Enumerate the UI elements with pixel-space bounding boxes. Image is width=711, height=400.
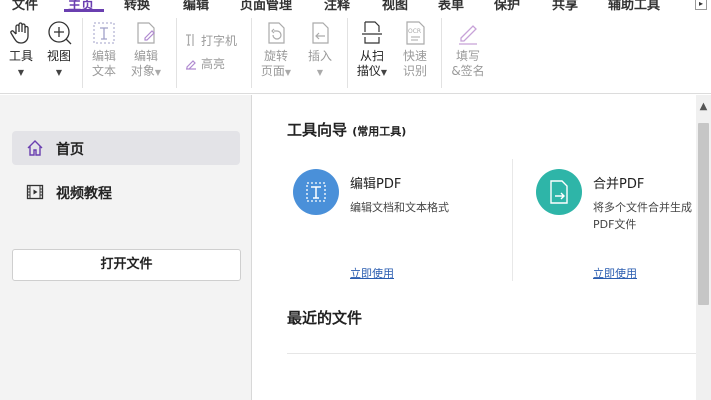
hand-icon bbox=[10, 22, 29, 44]
merge-pdf-icon bbox=[536, 169, 582, 215]
tab-share[interactable]: 共享 bbox=[552, 0, 578, 12]
typewriter-icon bbox=[186, 34, 194, 46]
tab-convert[interactable]: 转换 bbox=[124, 0, 150, 12]
scanner-icon bbox=[362, 21, 382, 44]
from-scanner-button[interactable]: 从扫 描仪▼ bbox=[352, 20, 392, 80]
sidebar-item-home[interactable]: 首页 bbox=[12, 131, 240, 165]
from-scanner-label: 从扫 描仪▼ bbox=[356, 49, 388, 78]
edit-text-button[interactable]: 编辑 文本 bbox=[86, 20, 122, 79]
scroll-up-icon[interactable]: ▲ bbox=[696, 101, 711, 115]
insert-label: 插入 bbox=[307, 49, 332, 63]
open-file-button[interactable]: 打开文件 bbox=[12, 249, 241, 281]
highlight-label: 高亮 bbox=[201, 57, 226, 71]
ribbon-toolbar: 工具 ▼ 视图 ▼ 编辑 文本 编辑 对象▼ 打字机 高亮 旋转 页面▼ 插入 … bbox=[0, 12, 711, 94]
tab-form[interactable]: 表单 bbox=[438, 0, 464, 12]
tools-guide-heading: 工具向导 bbox=[287, 121, 348, 139]
more-tabs-button[interactable]: ▸ bbox=[695, 0, 707, 10]
ribbon-divider bbox=[347, 18, 348, 88]
sidebar-item-video-tutorial[interactable]: 视频教程 bbox=[12, 175, 240, 209]
ribbon-divider bbox=[251, 18, 252, 88]
typewriter-button[interactable]: 打字机 bbox=[184, 32, 237, 49]
rotate-page-icon bbox=[268, 22, 285, 44]
recent-files-divider bbox=[287, 353, 696, 354]
tab-assist[interactable]: 辅助工具 bbox=[608, 0, 660, 12]
rotate-page-button[interactable]: 旋转 页面▼ bbox=[257, 20, 295, 80]
menu-bar: 文件 主页 转换 编辑 页面管理 注释 视图 表单 保护 共享 辅助工具 ▸ bbox=[0, 0, 711, 12]
rotate-page-label: 旋转 页面▼ bbox=[260, 49, 292, 78]
ocr-icon: OCR bbox=[406, 21, 425, 45]
svg-text:OCR: OCR bbox=[408, 28, 421, 35]
insert-page-icon bbox=[312, 22, 329, 44]
ribbon-divider bbox=[176, 18, 177, 88]
recent-files-title: 最近的文件 bbox=[287, 309, 363, 327]
typewriter-label: 打字机 bbox=[201, 34, 238, 48]
sidebar: 首页 视频教程 打开文件 bbox=[0, 95, 252, 400]
tool-divider bbox=[512, 159, 513, 281]
fill-sign-label: 填写 &签名 bbox=[451, 49, 485, 78]
tool-button[interactable]: 工具 ▼ bbox=[4, 20, 38, 80]
use-now-link[interactable]: 立即使用 bbox=[350, 265, 394, 281]
sidebar-item-label: 首页 bbox=[56, 142, 84, 158]
tools-guide-subtitle: (常用工具) bbox=[352, 125, 407, 138]
tool-label: 工具 bbox=[8, 49, 33, 63]
tab-protect[interactable]: 保护 bbox=[494, 0, 520, 12]
edit-object-button[interactable]: 编辑 对象▼ bbox=[126, 20, 166, 80]
main-content: 工具向导 (常用工具) 编辑PDF 编辑文档和文本格式 立即使用 合并PDF 将… bbox=[253, 95, 696, 400]
quick-ocr-label: 快速 识别 bbox=[402, 49, 427, 78]
tab-view[interactable]: 视图 bbox=[382, 0, 408, 12]
tools-guide-title: 工具向导 (常用工具) bbox=[287, 119, 406, 140]
tab-file[interactable]: 文件 bbox=[12, 0, 38, 12]
edit-object-icon bbox=[137, 22, 155, 44]
edit-text-icon bbox=[93, 22, 115, 44]
edit-text-label: 编辑 文本 bbox=[91, 49, 116, 78]
tool-name: 合并PDF bbox=[593, 177, 645, 192]
quick-ocr-button[interactable]: OCR 快速 识别 bbox=[396, 20, 434, 79]
tool-description: 将多个文件合并生成 PDF文件 bbox=[593, 201, 692, 231]
edit-object-label: 编辑 对象▼ bbox=[130, 49, 162, 78]
pen-sign-icon bbox=[459, 25, 477, 45]
view-button[interactable]: 视图 ▼ bbox=[42, 20, 76, 80]
tab-edit[interactable]: 编辑 bbox=[183, 0, 209, 12]
zoom-in-icon bbox=[48, 21, 72, 45]
fill-sign-button[interactable]: 填写 &签名 bbox=[446, 20, 490, 79]
vertical-scrollbar[interactable]: ▲ bbox=[696, 95, 711, 400]
ribbon-divider bbox=[441, 18, 442, 88]
chevron-down-icon: ▼ bbox=[316, 68, 324, 77]
highlighter-icon bbox=[186, 60, 196, 70]
tool-description: 编辑文档和文本格式 bbox=[350, 201, 449, 214]
tool-name: 编辑PDF bbox=[350, 177, 402, 192]
highlight-button[interactable]: 高亮 bbox=[184, 55, 225, 72]
video-icon bbox=[26, 184, 44, 200]
view-label: 视图 bbox=[46, 49, 71, 63]
home-icon bbox=[27, 140, 43, 156]
use-now-link[interactable]: 立即使用 bbox=[593, 265, 637, 281]
insert-button[interactable]: 插入 ▼ bbox=[301, 20, 339, 80]
chevron-down-icon: ▼ bbox=[17, 68, 25, 77]
tab-annotate[interactable]: 注释 bbox=[324, 0, 350, 12]
tab-page-manage[interactable]: 页面管理 bbox=[240, 0, 292, 12]
edit-pdf-icon bbox=[293, 169, 339, 215]
sidebar-item-label: 视频教程 bbox=[56, 186, 112, 202]
ribbon-divider bbox=[82, 18, 83, 88]
chevron-down-icon: ▼ bbox=[55, 68, 63, 77]
scroll-thumb[interactable] bbox=[698, 123, 709, 305]
